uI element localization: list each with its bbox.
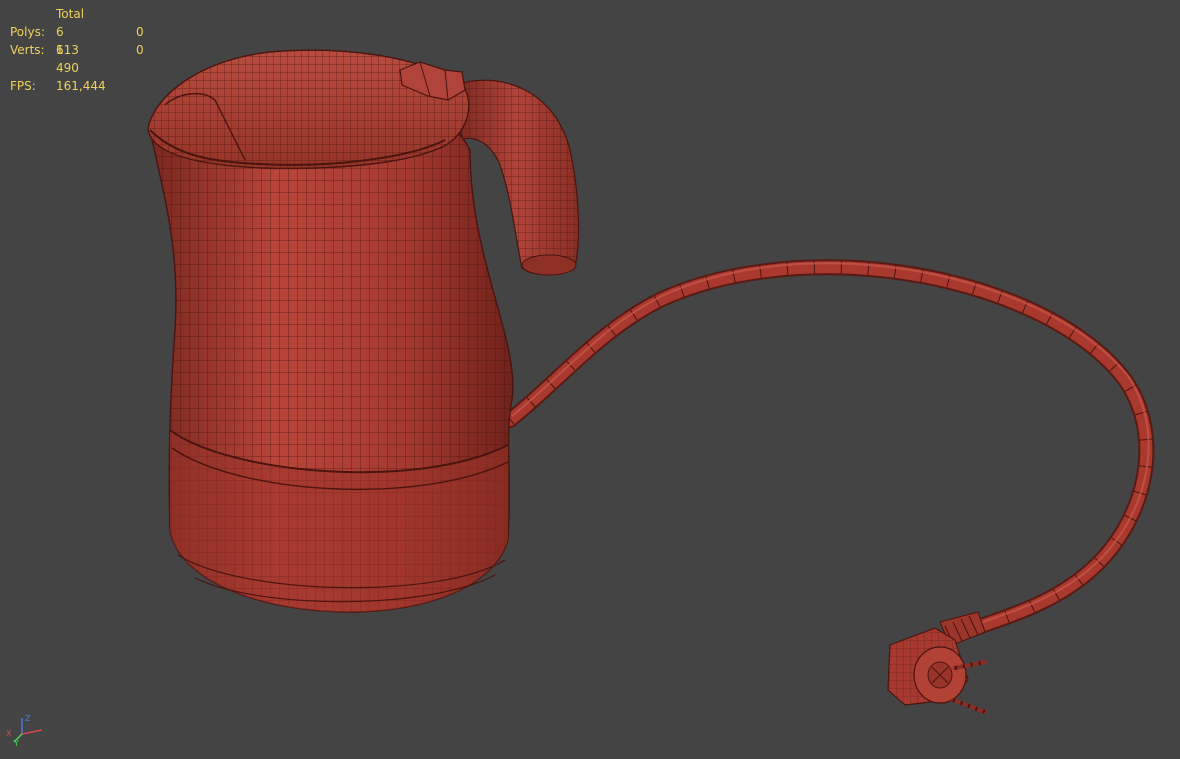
polys-label: Polys: — [10, 25, 45, 39]
power-cord — [502, 259, 1155, 638]
kettle-body — [149, 94, 514, 613]
stats-header: Total — [56, 7, 85, 21]
verts-total: 6 490 — [56, 43, 79, 75]
verts-selected: 0 — [136, 43, 144, 57]
fps-label: FPS: — [10, 79, 36, 93]
axis-gizmo-icon: Z X Y — [6, 714, 43, 748]
fps-value: 161,444 — [56, 79, 106, 93]
axis-y-label: Y — [13, 739, 19, 748]
3d-viewport[interactable]: Total Polys: 6 113 0 Verts: 6 490 0 FPS:… — [0, 0, 1180, 759]
kettle-model — [147, 49, 1155, 714]
axis-x-label: X — [6, 729, 12, 738]
verts-label: Verts: — [10, 43, 45, 57]
axis-z-label: Z — [25, 714, 31, 723]
polys-selected: 0 — [136, 25, 144, 39]
power-plug — [887, 611, 987, 714]
